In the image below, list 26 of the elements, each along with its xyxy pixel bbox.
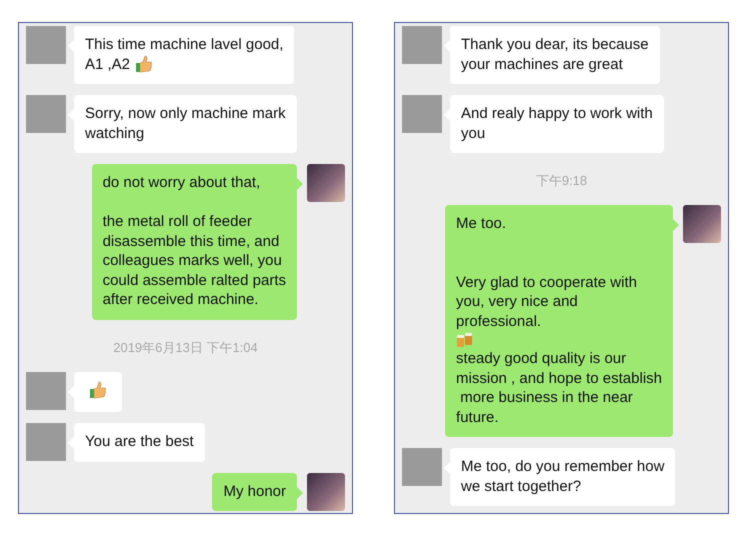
- beer-mugs-icon: [456, 332, 474, 348]
- avatar-placeholder: [26, 26, 66, 64]
- message-text: And realy happy to work with you: [461, 104, 653, 143]
- message-text: You are the best: [85, 432, 194, 452]
- photo-placeholder: [683, 205, 721, 243]
- avatar-placeholder: [402, 448, 442, 486]
- timestamp: 2019年6月13日 下午1:04: [113, 338, 258, 356]
- thumbs-up-icon: [89, 380, 107, 398]
- avatar-placeholder: [26, 95, 66, 133]
- photo-placeholder: [307, 472, 345, 510]
- avatar-placeholder: [402, 26, 442, 64]
- message-text: This time machine lavel good,: [85, 35, 284, 54]
- avatar-placeholder: [26, 423, 66, 461]
- message-text: My honor: [223, 482, 286, 501]
- timestamp: 下午9:18: [536, 172, 588, 190]
- thumbs-up-icon: [135, 55, 154, 74]
- message-text: Sorry, now only machine mark watching: [85, 104, 286, 143]
- message-text: steady good quality is our mission , and hope to establish more business in the near future.: [456, 349, 662, 427]
- avatar-placeholder: [26, 372, 66, 410]
- message-text: Me too, do you remember how we start together?: [461, 457, 664, 496]
- message-text: do not worry about that, the metal roll of feeder disassemble this time, and colleagues marks well, you could assemble ralted parts after received machine.: [102, 173, 286, 310]
- avatar-placeholder: [402, 95, 442, 133]
- message-text: Me too. Very glad to cooperate with you, very nice and professional.: [456, 214, 638, 331]
- message-text: A1 ,A2: [85, 54, 130, 74]
- message-text: Thank you dear, its because your machines are great: [461, 35, 649, 74]
- photo-placeholder: [307, 164, 345, 202]
